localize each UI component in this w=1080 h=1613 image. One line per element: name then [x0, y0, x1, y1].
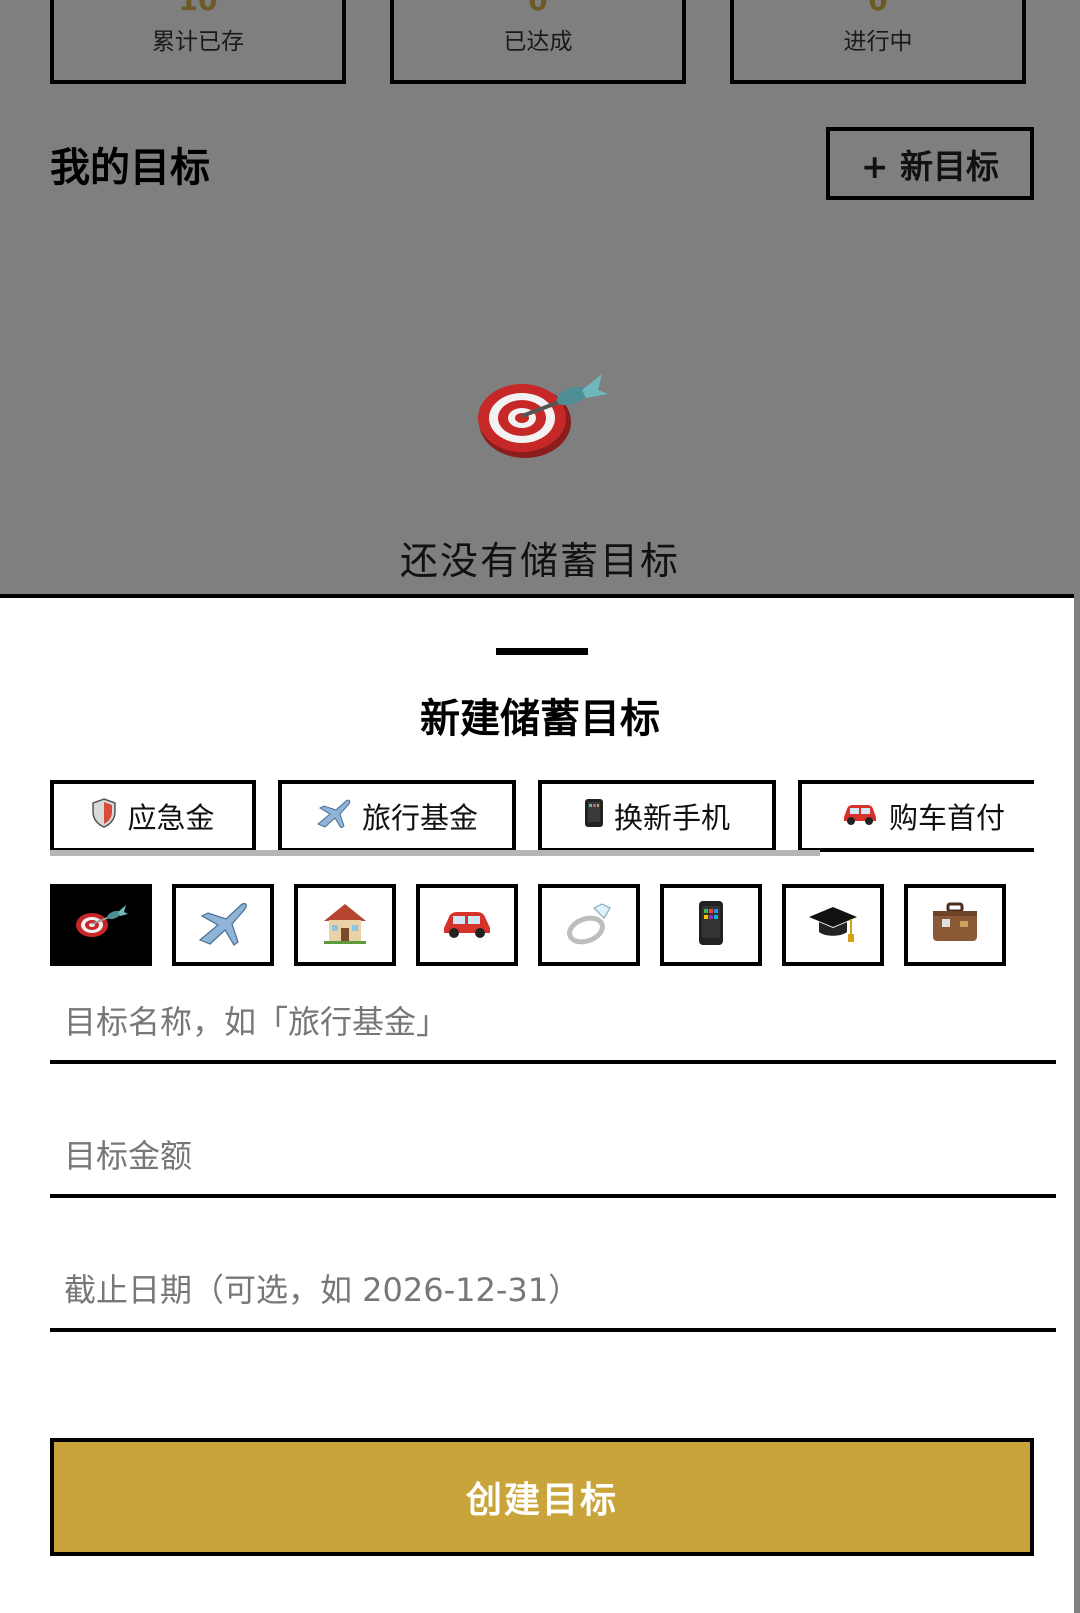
- phone-icon: [584, 798, 604, 835]
- create-goal-button[interactable]: 创建目标: [50, 1438, 1034, 1556]
- template-chip-emergency[interactable]: 应急金: [50, 780, 256, 852]
- icon-option-graduation[interactable]: [782, 884, 884, 966]
- stat-saved-label: 累计已存: [152, 29, 244, 55]
- new-goal-sheet: 新建储蓄目标 应急金 旅行基金 换新手机 购车首付 目标名称，如「旅行基金」 目…: [0, 594, 1074, 1613]
- empty-state-text: 还没有储蓄目标: [399, 539, 680, 583]
- template-chip-phone[interactable]: 换新手机: [538, 780, 776, 852]
- my-goals-title: 我的目标: [50, 145, 210, 191]
- goal-amount-input[interactable]: [62, 1136, 1026, 1176]
- dart-target-icon: [470, 370, 620, 470]
- stat-achieved-label: 已达成: [503, 29, 573, 55]
- sheet-drag-handle[interactable]: [496, 648, 588, 655]
- goal-deadline-input[interactable]: [62, 1270, 1026, 1310]
- icon-option-house[interactable]: [294, 884, 396, 966]
- icon-picker: [50, 884, 1034, 968]
- stat-saved-value: 10: [178, 0, 218, 17]
- ring-icon: [564, 900, 614, 950]
- icon-option-ring[interactable]: [538, 884, 640, 966]
- template-chip-label: 旅行基金: [361, 801, 478, 835]
- template-chip-label: 购车首付: [888, 801, 1005, 835]
- new-goal-button[interactable]: + 新目标: [826, 127, 1034, 200]
- stat-achieved-value: 0: [528, 0, 548, 17]
- goal-amount-field: [50, 1114, 1056, 1198]
- template-chip-car[interactable]: 购车首付: [798, 780, 1034, 852]
- icon-option-suitcase[interactable]: [904, 884, 1006, 966]
- icon-option-phone[interactable]: [660, 884, 762, 966]
- template-chip-travel[interactable]: 旅行基金: [278, 780, 516, 852]
- template-chip-label: 应急金: [127, 801, 215, 835]
- template-scrollbar[interactable]: [50, 850, 820, 856]
- goal-name-field: [50, 980, 1056, 1064]
- graduation-cap-icon: [807, 901, 859, 949]
- car-icon: [441, 906, 493, 944]
- dart-target-icon: [74, 903, 128, 947]
- stat-inprogress-value: 0: [868, 0, 888, 17]
- airplane-icon: [196, 900, 250, 950]
- template-chip-label: 换新手机: [613, 801, 730, 835]
- stat-achieved-box: 0 已达成: [390, 0, 686, 84]
- car-icon: [841, 799, 879, 833]
- airplane-icon: [316, 798, 352, 835]
- icon-option-dart[interactable]: [50, 884, 152, 966]
- stat-inprogress-label: 进行中: [843, 29, 913, 55]
- template-chip-row[interactable]: 应急金 旅行基金 换新手机 购车首付: [50, 780, 1034, 858]
- goal-deadline-field: [50, 1248, 1056, 1332]
- house-icon: [320, 901, 370, 949]
- sheet-title: 新建储蓄目标: [420, 696, 660, 742]
- shield-icon: [91, 797, 117, 835]
- icon-option-car[interactable]: [416, 884, 518, 966]
- icon-option-airplane[interactable]: [172, 884, 274, 966]
- suitcase-icon: [930, 901, 980, 949]
- goal-name-input[interactable]: [62, 1002, 1026, 1042]
- stat-inprogress-box: 0 进行中: [730, 0, 1026, 84]
- phone-icon: [697, 900, 725, 950]
- stat-saved-box: 10 累计已存: [50, 0, 346, 84]
